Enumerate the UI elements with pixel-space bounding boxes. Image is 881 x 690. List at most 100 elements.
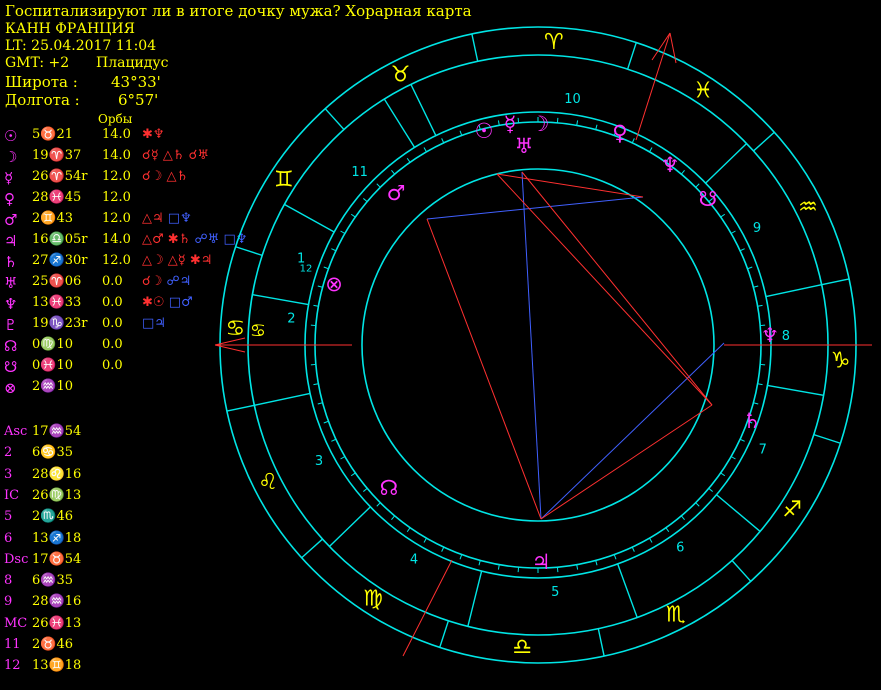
zodiac-sign-icon: ♐ <box>782 498 802 523</box>
planet-glyph-icon: ♄ <box>743 409 762 433</box>
zodiac-sign-icon: ♌ <box>258 470 278 495</box>
degree-tick <box>649 147 653 153</box>
planet-glyph-icon: ☊ <box>380 476 399 500</box>
planet-glyph-icon: ♀ <box>612 121 627 145</box>
degree-tick <box>753 285 759 288</box>
degree-tick <box>497 120 500 126</box>
degree-tick <box>459 130 463 136</box>
degree-tick <box>323 420 329 424</box>
degree-tick <box>708 487 713 492</box>
horary-chart-wheel: ♈♓♒♑♐♏♎♍♌♋♊♉ 109876543211112 ☉ ☿ ☽♅♀♆☋♂⊗♄☊… <box>214 26 872 664</box>
planet-glyph-icon: ♆ <box>661 153 680 177</box>
planet-glyph-icon: ♂ <box>387 181 406 205</box>
house-number-label: 9 <box>753 221 761 236</box>
degree-tick <box>613 554 617 560</box>
degree-tick <box>680 170 685 175</box>
degree-tick <box>665 527 670 533</box>
degree-tick <box>350 472 356 477</box>
degree-tick <box>757 383 763 386</box>
house-cusp-line <box>467 570 483 627</box>
sign-boundary-tick <box>597 628 605 657</box>
degree-tick <box>340 456 346 460</box>
degree-tick <box>331 248 337 252</box>
house-number-label: 3 <box>315 454 323 469</box>
degree-tick <box>595 124 598 130</box>
degree-tick <box>631 546 635 552</box>
planet-glyph-icon: ♆ <box>761 323 779 347</box>
degree-tick <box>631 138 635 144</box>
planet-glyph-icon: ☿ <box>504 112 517 136</box>
zodiac-sign-icon: ♋ <box>226 317 246 342</box>
house-cusp-line <box>254 392 311 406</box>
planet-glyph-icon: ☋ <box>699 187 718 211</box>
house-number-label: 6 <box>676 541 684 556</box>
house-cusp-line <box>410 84 437 136</box>
degree-tick <box>441 138 445 144</box>
degree-tick <box>317 402 323 405</box>
degree-tick <box>376 183 381 188</box>
sign-boundary-tick <box>471 33 479 62</box>
trine-line <box>426 218 542 520</box>
house-cusp-line <box>617 563 638 618</box>
degree-tick <box>497 564 500 570</box>
trine-line <box>496 173 644 198</box>
degree-tick <box>478 560 481 566</box>
midheaven-arrow-icon <box>651 32 677 64</box>
trine-line <box>540 404 713 520</box>
house-cusp-line <box>252 293 309 306</box>
zodiac-sign-icon: ♑ <box>831 348 851 373</box>
degree-tick <box>323 266 329 270</box>
sign-boundary-tick <box>813 433 841 444</box>
degree-tick <box>406 157 411 163</box>
degree-tick <box>313 383 319 386</box>
sign-boundary-tick <box>226 404 255 412</box>
planet-glyph-icon: ☽ <box>531 112 550 136</box>
planet-glyph-icon: ☉ <box>475 119 494 143</box>
degree-tick <box>730 230 736 234</box>
zodiac-sign-icon: ♓ <box>693 78 713 103</box>
house-number-label: 5 <box>551 585 559 600</box>
degree-tick <box>720 213 726 218</box>
degree-tick <box>406 527 411 533</box>
degree-tick <box>576 120 579 126</box>
ic-axis <box>402 559 453 657</box>
house-number-label: 10 <box>564 92 581 107</box>
zodiac-sign-icon: ♉ <box>391 63 411 88</box>
zodiac-sign-icon: ♈ <box>544 30 564 55</box>
degree-tick <box>317 285 323 288</box>
degree-tick <box>680 515 685 520</box>
zodiac-sign-icon: ♏ <box>666 602 686 627</box>
trine-line <box>496 173 713 406</box>
planet-glyph-icon: ⊗ <box>325 272 343 296</box>
degree-tick <box>739 438 745 442</box>
sign-boundary-tick <box>439 620 450 648</box>
house-ring-inner <box>314 121 762 569</box>
house-cusp-line <box>767 384 824 397</box>
house-number-label: 7 <box>759 442 767 457</box>
degree-tick <box>649 537 653 543</box>
zodiac-sign-icon: ♍ <box>363 587 383 612</box>
degree-tick <box>313 304 319 307</box>
degree-tick <box>350 213 356 218</box>
degree-tick <box>340 230 346 234</box>
degree-tick <box>730 456 736 460</box>
sign-boundary-tick <box>301 538 323 559</box>
degree-tick <box>757 304 763 307</box>
degree-tick <box>747 266 753 270</box>
zodiac-sign-icon: ♎ <box>512 635 532 660</box>
degree-tick <box>459 554 463 560</box>
sign-boundary-tick <box>753 131 775 152</box>
sign-boundary-tick <box>821 278 850 286</box>
opposition-line <box>521 171 542 520</box>
planet-glyph-icon: ♃ <box>532 550 551 574</box>
house-number-label: 8 <box>782 329 790 344</box>
sign-boundary-tick <box>324 108 345 130</box>
degree-tick <box>695 502 700 507</box>
square-line <box>426 196 644 220</box>
degree-tick <box>423 147 427 153</box>
degree-tick <box>441 546 445 552</box>
zodiac-sign-icon: ♋ <box>250 321 266 342</box>
house-number-label: 11 <box>351 165 368 180</box>
degree-tick <box>331 438 337 442</box>
degree-tick <box>363 487 368 492</box>
